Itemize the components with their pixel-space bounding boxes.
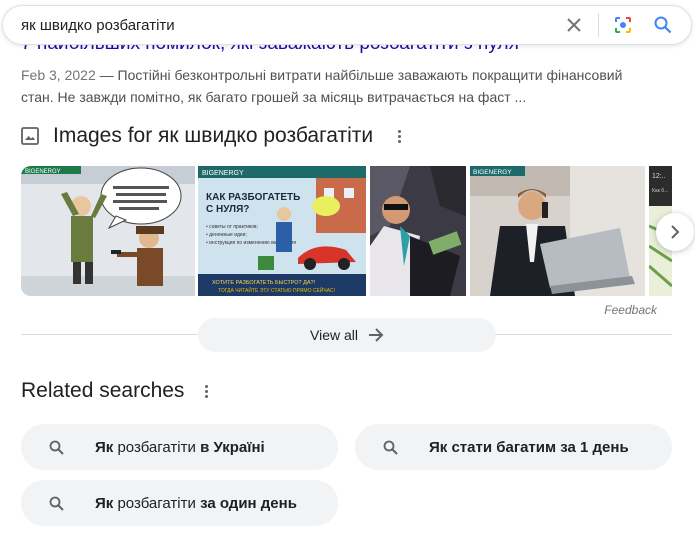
more-options-icon[interactable] bbox=[395, 129, 403, 143]
image-icon bbox=[21, 127, 39, 145]
chip-bold: Як стати багатим за 1 день bbox=[429, 438, 629, 456]
svg-text:КАК РАЗБОГАТЕТЬ: КАК РАЗБОГАТЕТЬ bbox=[206, 192, 300, 203]
search-input[interactable]: як швидко розбагатіти bbox=[3, 17, 554, 34]
chip-bold: Як bbox=[95, 438, 114, 456]
image-thumb-infographic[interactable]: BIGENERGY КАК РАЗБОГАТЕТЬ С НУЛЯ? • сове… bbox=[198, 166, 366, 296]
result-dash: — bbox=[99, 67, 118, 83]
search-icon bbox=[49, 440, 65, 455]
search-icon bbox=[49, 496, 65, 511]
chip-text: розбагатіти bbox=[113, 438, 201, 456]
camera-lens-icon[interactable] bbox=[603, 5, 643, 45]
search-icon[interactable] bbox=[643, 5, 683, 45]
related-searches-title: Related searches bbox=[21, 379, 185, 402]
result-snippet: Feb 3, 2022 — Постійні безконтрольні вит… bbox=[21, 64, 641, 108]
related-search-chip[interactable]: Як стати багатим за 1 день bbox=[355, 424, 672, 470]
result-date: Feb 3, 2022 bbox=[21, 67, 96, 83]
clear-icon[interactable] bbox=[554, 5, 594, 45]
related-searches-header: Related searches bbox=[21, 379, 210, 403]
image-strip: BIGENERGY BIGENERGY КАК РАЗБОГАТЕТЬ С НУ… bbox=[21, 166, 672, 296]
feedback-link[interactable]: Feedback bbox=[604, 303, 657, 317]
images-title: Images for як швидко розбагатіти bbox=[53, 124, 374, 147]
thumb-badge: BIGENERGY bbox=[202, 170, 244, 177]
chip-bold: Як bbox=[95, 494, 114, 512]
image-thumb-money[interactable] bbox=[370, 166, 466, 296]
related-search-chip[interactable]: Як розбагатіти в Україні bbox=[21, 424, 338, 470]
related-search-chip[interactable]: Як розбагатіти за один день bbox=[21, 480, 338, 526]
chip-bold: в Україні bbox=[200, 438, 265, 456]
search-icon bbox=[383, 440, 399, 455]
image-thumb-cartoon[interactable]: BIGENERGY bbox=[21, 166, 195, 296]
thumb-footer2: ТОГДА ЧИТАЙТЕ ЭТУ СТАТЬЮ ПРЯМО СЕЙЧАС! bbox=[218, 286, 335, 294]
image-thumb-businessman[interactable]: BIGENERGY bbox=[470, 166, 645, 296]
thumb-badge: BIGENERGY bbox=[473, 169, 512, 176]
next-images-button[interactable] bbox=[656, 213, 694, 251]
thumb-corner: 12:.. bbox=[652, 173, 666, 180]
chip-bold: за один день bbox=[200, 494, 297, 512]
divider bbox=[598, 13, 599, 37]
view-all-label: View all bbox=[310, 327, 358, 343]
more-options-icon[interactable] bbox=[202, 384, 210, 398]
images-header: Images for як швидко розбагатіти bbox=[21, 124, 403, 148]
search-bar[interactable]: як швидко розбагатіти bbox=[2, 5, 692, 45]
arrow-right-icon bbox=[369, 328, 384, 342]
thumb-badge: BIGENERGY bbox=[25, 169, 61, 175]
thumb-bullet: • денежные идеи; bbox=[206, 232, 247, 238]
view-all-button[interactable]: View all bbox=[198, 318, 496, 352]
chip-text: розбагатіти bbox=[113, 494, 201, 512]
thumb-bullet: • советы от практиков; bbox=[206, 224, 258, 230]
thumb-footer: ХОТИТЕ РАЗБОГАТЕТЬ БЫСТРО? ДА?! bbox=[212, 280, 316, 286]
svg-text:С НУЛЯ?: С НУЛЯ? bbox=[206, 204, 249, 215]
thumb-corner2: Как б... bbox=[652, 188, 668, 194]
chevron-right-icon bbox=[671, 225, 680, 239]
